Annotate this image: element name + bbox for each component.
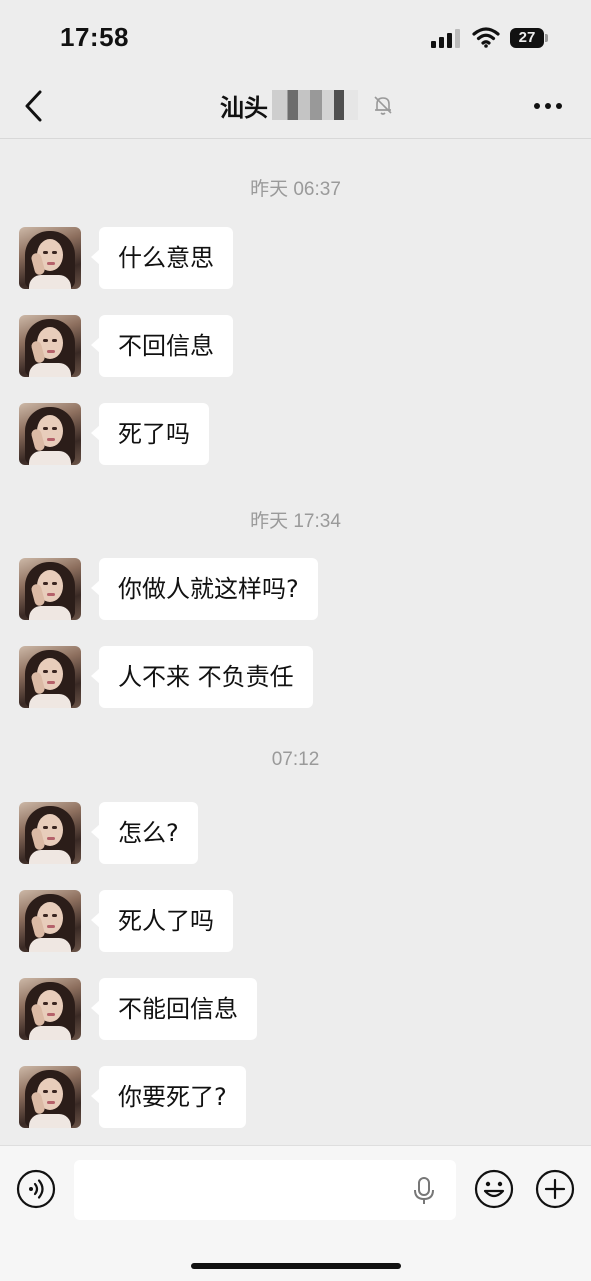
message-input[interactable] [74, 1160, 456, 1220]
message-bubble[interactable]: 不回信息 [91, 315, 233, 377]
chat-title-group[interactable]: 汕头 [220, 88, 358, 122]
contact-avatar[interactable] [19, 978, 81, 1040]
wifi-icon [472, 27, 500, 48]
chat-header: 汕头 [0, 76, 591, 139]
message-bubble[interactable]: 你要死了? [91, 1066, 246, 1128]
input-bar [0, 1145, 591, 1281]
message-row: 人不来 不负责任 [19, 646, 579, 708]
contact-avatar[interactable] [19, 558, 81, 620]
message-bubble[interactable]: 什么意思 [91, 227, 233, 289]
message-row: 不回信息 [19, 315, 579, 377]
message-row: 你做人就这样吗? [19, 558, 579, 620]
contact-avatar[interactable] [19, 1066, 81, 1128]
emoji-icon[interactable] [474, 1169, 514, 1209]
redacted-name-mosaic [272, 90, 358, 120]
message-bubble[interactable]: 死人了吗 [91, 890, 233, 952]
battery-level: 27 [510, 28, 544, 48]
bell-muted-icon [374, 96, 392, 115]
microphone-icon[interactable] [412, 1176, 436, 1206]
message-bubble[interactable]: 你做人就这样吗? [91, 558, 318, 620]
contact-avatar[interactable] [19, 227, 81, 289]
timestamp: 昨天 06:37 [250, 179, 341, 200]
message-row: 死人了吗 [19, 890, 579, 952]
timestamp: 昨天 17:34 [250, 511, 341, 532]
plus-circle-icon[interactable] [535, 1169, 575, 1209]
battery-icon: 27 [510, 28, 548, 48]
message-bubble[interactable]: 人不来 不负责任 [91, 646, 313, 708]
message-bubble[interactable]: 死了吗 [91, 403, 209, 465]
home-indicator [191, 1263, 401, 1269]
more-options-button[interactable] [530, 90, 566, 120]
message-row: 不能回信息 [19, 978, 579, 1040]
status-bar: 17:58 27 [0, 0, 591, 76]
message-row: 怎么? [19, 802, 579, 864]
timestamp: 07:12 [271, 749, 320, 770]
back-button[interactable] [18, 86, 54, 126]
contact-avatar[interactable] [19, 890, 81, 952]
cellular-signal-icon [431, 28, 461, 48]
message-row: 你要死了? [19, 1066, 579, 1128]
contact-avatar[interactable] [19, 802, 81, 864]
chat-title: 汕头 [220, 93, 268, 122]
status-time: 17:58 [60, 22, 129, 52]
message-bubble[interactable]: 怎么? [91, 802, 198, 864]
contact-avatar[interactable] [19, 646, 81, 708]
message-bubble[interactable]: 不能回信息 [91, 978, 257, 1040]
message-row: 什么意思 [19, 227, 579, 289]
contact-avatar[interactable] [19, 315, 81, 377]
voice-wave-icon[interactable] [16, 1169, 56, 1209]
message-row: 死了吗 [19, 403, 579, 465]
message-list[interactable]: 昨天 06:37 什么意思 不回信息 死了吗 昨天 17:34 你做人就这样吗? [0, 139, 591, 1145]
contact-avatar[interactable] [19, 403, 81, 465]
